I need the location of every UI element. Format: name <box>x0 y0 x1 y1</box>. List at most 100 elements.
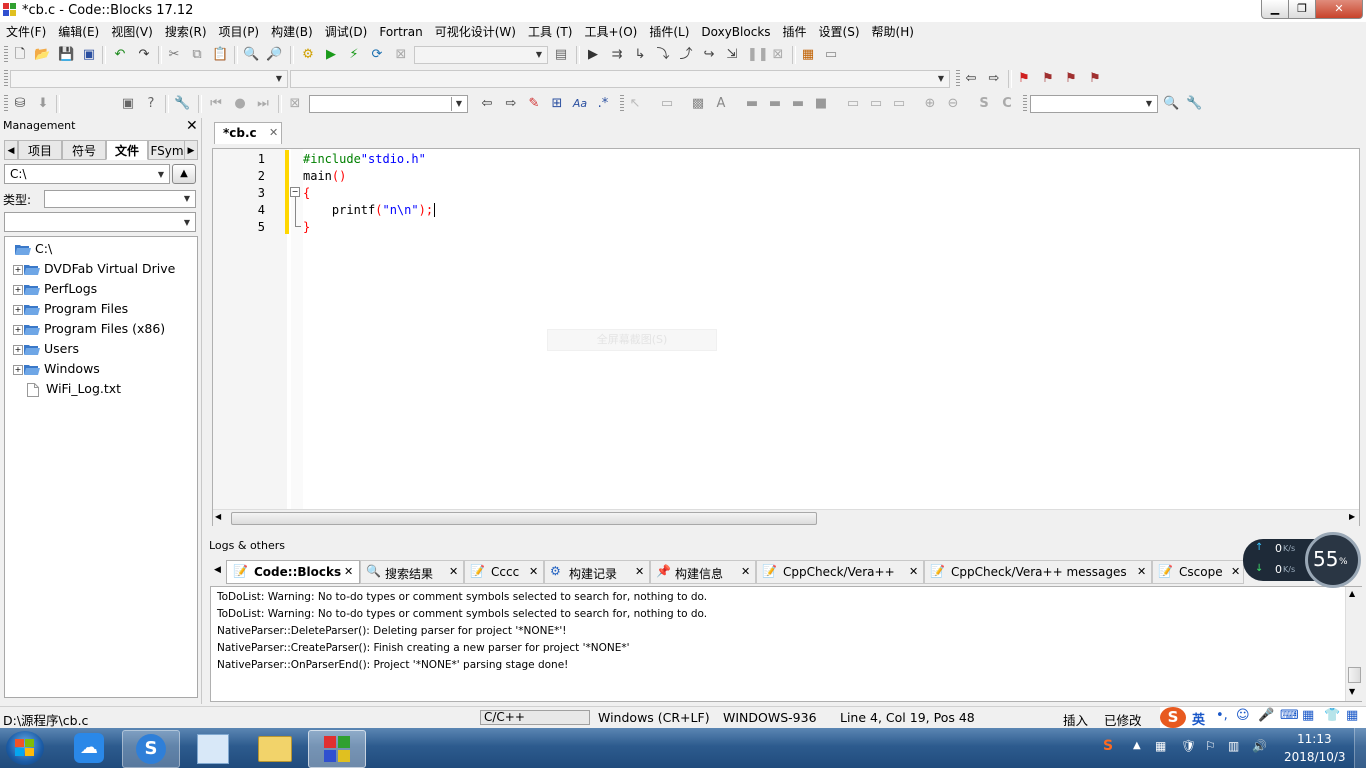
pause-icon[interactable]: ❚❚ <box>747 47 769 63</box>
minimize-button[interactable]: ▁ <box>1261 0 1289 19</box>
action-center-icon[interactable]: ⚐ <box>1205 739 1216 753</box>
toolbar-grip[interactable] <box>4 46 8 64</box>
show-hidden-icons[interactable]: ▲ <box>1133 740 1141 751</box>
log-tab-close-icon[interactable]: ✕ <box>529 565 538 578</box>
scroll-down-icon[interactable]: ▼ <box>1349 687 1355 696</box>
widget4-icon[interactable]: ■ <box>813 96 829 112</box>
menu-edit[interactable]: 编辑(E) <box>52 22 105 42</box>
menu-plugins2[interactable]: 插件 <box>777 22 813 42</box>
horizontal-scrollbar[interactable]: ◀ ▶ <box>213 509 1359 526</box>
fold-toggle-icon[interactable]: − <box>290 187 300 197</box>
widget6-icon[interactable]: ▭ <box>868 96 884 112</box>
clock-date[interactable]: 2018/10/3 <box>1284 750 1346 764</box>
toolbox-icon[interactable]: ▦ <box>1302 708 1314 723</box>
start-button[interactable] <box>6 731 44 765</box>
volume-icon[interactable]: 🔊 <box>1252 739 1267 753</box>
menu-plugins[interactable]: 插件(L) <box>643 22 695 42</box>
rebuild-icon[interactable]: ⟳ <box>369 47 385 63</box>
network-speed-widget[interactable]: ↑ 0 K/s ↓ 0 K/s 55 % <box>1243 532 1361 588</box>
search-prev-icon[interactable]: ⇦ <box>479 96 495 112</box>
replace-icon[interactable]: 🔎 <box>266 47 282 63</box>
build-target-combo[interactable]: ▼ <box>414 46 548 64</box>
menu-settings[interactable]: 设置(S) <box>813 22 866 42</box>
tree-item-root[interactable]: C:\ <box>15 239 52 259</box>
match-case-icon[interactable]: Aa <box>572 96 588 112</box>
log-tab-close-icon[interactable]: ✕ <box>635 565 644 578</box>
log-output[interactable]: ToDoList: Warning: No to-do types or com… <box>210 586 1362 702</box>
stop-debug-icon[interactable]: ⊠ <box>770 47 786 63</box>
html-docs-icon[interactable]: ▣ <box>120 96 136 112</box>
management-close-icon[interactable]: ✕ <box>186 118 198 134</box>
log-vertical-scrollbar[interactable]: ▲ ▼ <box>1345 587 1362 701</box>
taskbar-baidu-netdisk[interactable]: ☁ <box>62 730 118 766</box>
menu-visual-design[interactable]: 可视化设计(W) <box>429 22 522 42</box>
redo-icon[interactable]: ↷ <box>136 47 152 63</box>
undo-icon[interactable]: ↶ <box>112 47 128 63</box>
menu-fortran[interactable]: Fortran <box>373 22 428 42</box>
filter-combo[interactable]: ▼ <box>4 212 196 232</box>
save-icon[interactable]: 💾 <box>58 47 74 63</box>
panel-icon[interactable]: ▭ <box>659 96 675 112</box>
search-next-icon[interactable]: ⇨ <box>503 96 519 112</box>
menu-search[interactable]: 搜索(R) <box>159 22 213 42</box>
log-tab-build-log[interactable]: ⚙ 构建记录 ✕ <box>544 560 650 584</box>
log-tab-close-icon[interactable]: ✕ <box>344 565 353 578</box>
next-instruction-icon[interactable]: ↪ <box>701 47 717 63</box>
tree-item-wifi-log[interactable]: WiFi_Log.txt <box>27 379 121 399</box>
tab-files[interactable]: 文件 <box>106 140 148 160</box>
tree-item-windows[interactable]: + Windows <box>9 359 100 379</box>
debug-start-icon[interactable]: ▶ <box>585 47 601 63</box>
save-all-icon[interactable]: ▣ <box>81 47 97 63</box>
keyboard-icon[interactable]: ⌨ <box>1280 708 1299 723</box>
symbol-settings-icon[interactable]: 🔧 <box>1186 96 1202 112</box>
taskbar-control-panel[interactable] <box>184 730 240 766</box>
scrollbar-thumb[interactable] <box>1348 667 1361 683</box>
pointer-icon[interactable]: ↖ <box>627 96 643 112</box>
go-up-button[interactable]: ▲ <box>172 164 196 184</box>
paste-icon[interactable]: 📋 <box>212 47 228 63</box>
regex-icon[interactable]: .* <box>595 96 611 112</box>
step-into-icon[interactable]: ⤵ <box>655 47 671 63</box>
log-tab-codeblocks[interactable]: 📝 Code::Blocks ✕ <box>226 560 360 584</box>
tab-fsym[interactable]: FSym <box>148 140 186 160</box>
jump-back-icon[interactable]: ⇦ <box>963 71 979 87</box>
debug-info-icon[interactable]: ▭ <box>823 47 839 63</box>
bitmap-icon[interactable]: ▩ <box>690 96 706 112</box>
tab-symbols[interactable]: 符号 <box>62 140 106 160</box>
cut-icon[interactable]: ✂ <box>166 47 182 63</box>
step-out-icon[interactable]: ⤴ <box>678 47 694 63</box>
incremental-search-combo[interactable]: ▼ <box>309 95 468 113</box>
tree-item-dvdfab[interactable]: + DVDFab Virtual Drive <box>9 259 175 279</box>
jump-forward-icon[interactable]: ⇨ <box>986 71 1002 87</box>
menu-doxyblocks[interactable]: DoxyBlocks <box>695 22 776 42</box>
log-tab-close-icon[interactable]: ✕ <box>449 565 458 578</box>
s-icon[interactable]: S <box>976 96 992 112</box>
extract-docs-icon[interactable]: ⬇ <box>35 96 51 112</box>
logs-tab-scroll-left-icon[interactable]: ◀ <box>214 565 221 575</box>
widget2-icon[interactable]: ▬ <box>767 96 783 112</box>
copy-icon[interactable]: ⧉ <box>189 47 205 63</box>
network-status-icon[interactable]: ▥ <box>1228 739 1239 753</box>
voice-icon[interactable]: 🎤 <box>1258 708 1274 723</box>
tab-scroll-left-icon[interactable]: ◀ <box>4 140 18 160</box>
symbol-search-icon[interactable]: 🔍 <box>1163 96 1179 112</box>
tree-item-perflogs[interactable]: + PerfLogs <box>9 279 97 299</box>
tab-scroll-right-icon[interactable]: ▶ <box>184 140 198 160</box>
dot-icon[interactable]: ● <box>232 96 248 112</box>
tree-item-program-files-x86[interactable]: + Program Files (x86) <box>9 319 165 339</box>
highlight-icon[interactable]: ✎ <box>526 96 542 112</box>
build-run-icon[interactable]: ⚡ <box>346 47 362 63</box>
first-bookmark-icon[interactable]: ⏮ <box>208 96 224 112</box>
widget1-icon[interactable]: ▬ <box>744 96 760 112</box>
scroll-right-icon[interactable]: ▶ <box>1349 512 1355 521</box>
doxywizard-icon[interactable]: ⛁ <box>12 96 28 112</box>
sogou-tray-icon[interactable]: S <box>1103 738 1113 754</box>
find-icon[interactable]: 🔍 <box>243 47 259 63</box>
widget5-icon[interactable]: ▭ <box>845 96 861 112</box>
widget7-icon[interactable]: ▭ <box>891 96 907 112</box>
scroll-left-icon[interactable]: ◀ <box>215 512 221 521</box>
scroll-up-icon[interactable]: ▲ <box>1349 589 1355 598</box>
c-icon[interactable]: C <box>999 96 1015 112</box>
log-tab-close-icon[interactable]: ✕ <box>909 565 918 578</box>
selection-only-icon[interactable]: ⊞ <box>549 96 565 112</box>
